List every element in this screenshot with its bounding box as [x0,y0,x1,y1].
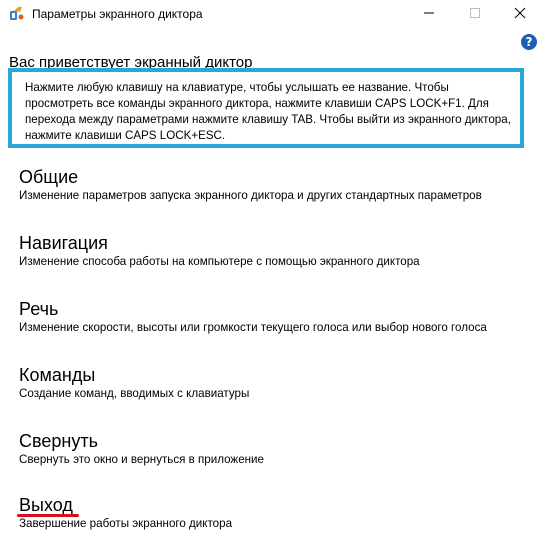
menu-item-exit[interactable]: Выход Завершение работы экранного диктор… [19,494,529,544]
info-line: нажмите клавиши CAPS LOCK+ESC. [25,129,226,142]
maximize-icon [469,6,481,24]
info-line: перехода между параметрами нажмите клави… [25,113,511,126]
window-title: Параметры экранного диктора [32,7,203,21]
info-line: Нажмите любую клавишу на клавиатуре, что… [25,81,449,94]
menu-item-title: Свернуть [19,431,98,451]
help-icon[interactable]: ? [521,34,537,50]
menu-item-title: Выход [19,495,73,515]
menu-item-title: Речь [19,299,59,319]
menu-item-description: Изменение скорости, высоты или громкости… [19,321,487,334]
minimize-button[interactable] [406,0,452,30]
menu-item-title: Команды [19,365,96,385]
title-bar: Параметры экранного диктора [0,0,543,30]
menu-item-minimize[interactable]: Свернуть Свернуть это окно и вернуться в… [19,430,529,480]
close-icon [514,6,526,24]
menu-item-commands[interactable]: Команды Создание команд, вводимых с клав… [19,364,529,414]
menu-item-description: Создание команд, вводимых с клавиатуры [19,387,250,400]
menu-item-description: Изменение способа работы на компьютере с… [19,255,420,268]
menu-item-navigation[interactable]: Навигация Изменение способа работы на ко… [19,232,529,282]
menu-item-general[interactable]: Общие Изменение параметров запуска экран… [19,166,529,216]
info-box: Нажмите любую клавишу на клавиатуре, что… [8,68,524,148]
menu-item-title: Навигация [19,233,108,253]
close-button[interactable] [497,0,543,30]
menu-item-description: Завершение работы экранного диктора [19,517,233,530]
menu-item-description: Свернуть это окно и вернуться в приложен… [19,453,264,466]
narrator-icon [9,6,25,22]
info-line: просмотреть все команды экранного диктор… [25,97,489,110]
menu-item-description: Изменение параметров запуска экранного д… [19,189,482,202]
maximize-button[interactable] [452,0,498,30]
highlight-underline [17,514,79,517]
menu-item-title: Общие [19,167,79,187]
minimize-icon [423,6,435,24]
menu-item-speech[interactable]: Речь Изменение скорости, высоты или гром… [19,298,529,348]
